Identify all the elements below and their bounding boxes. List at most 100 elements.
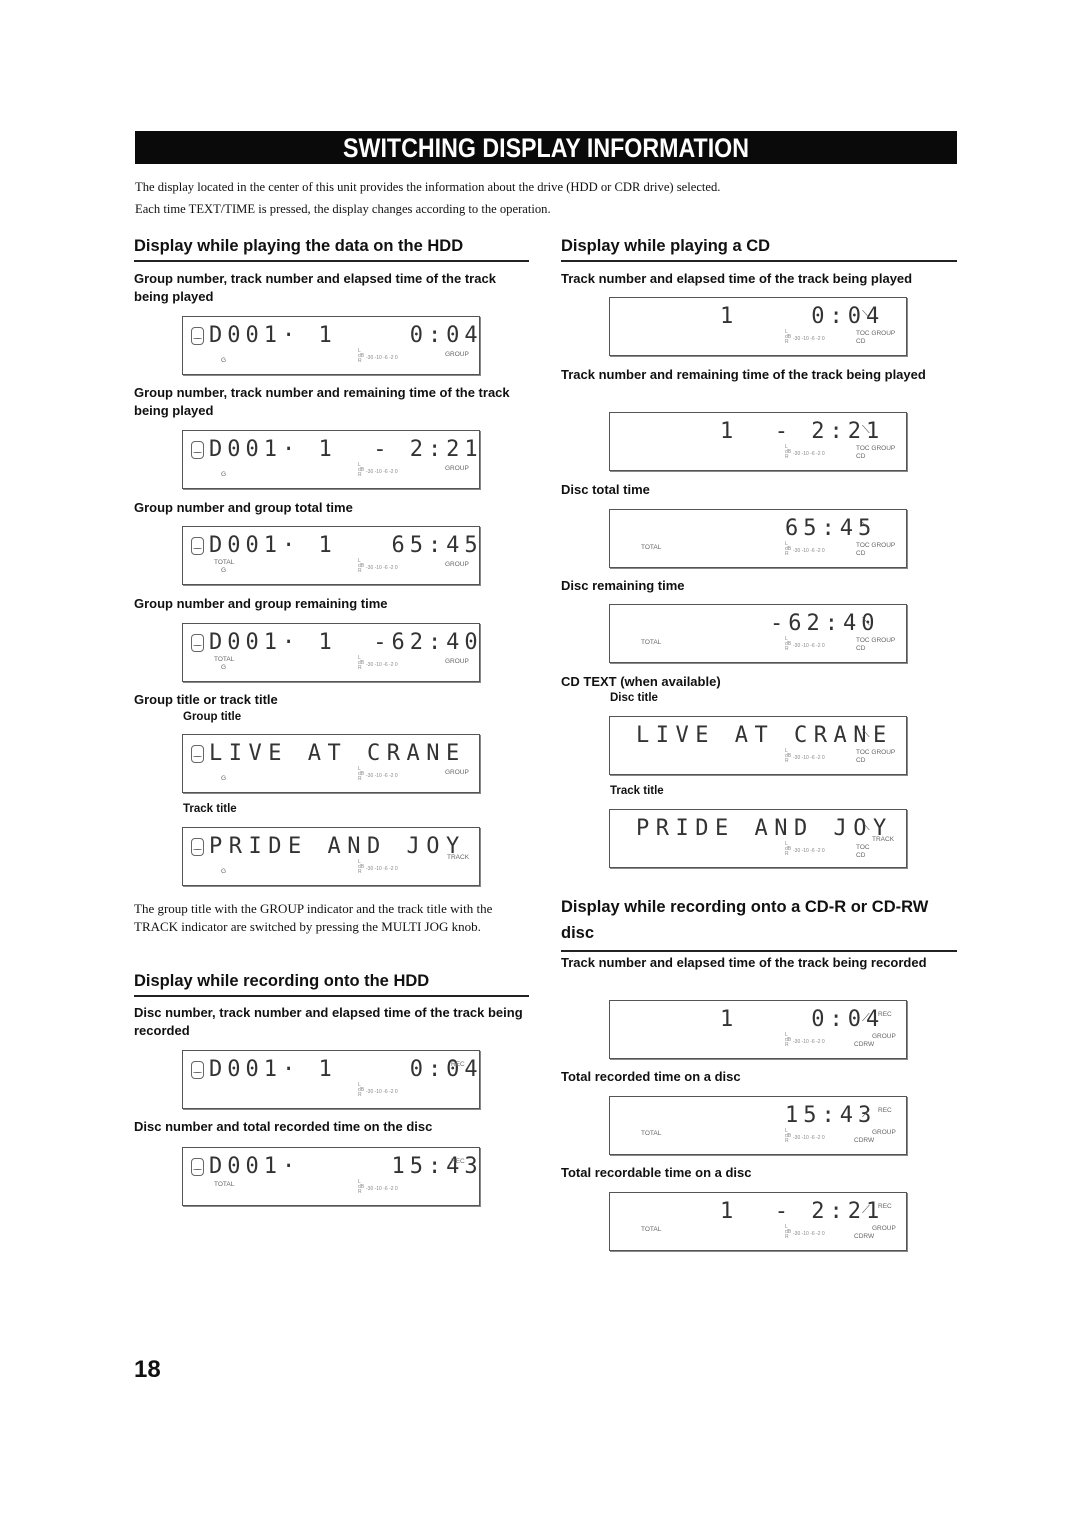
caption-hdd-elapsed: Group number, track number and elapsed t…: [134, 271, 496, 304]
caption-cd-elapsed: Track number and elapsed time of the tra…: [561, 271, 913, 286]
level-meter-scale: -30 -10 -6 -2 0: [793, 1231, 825, 1237]
cd-indicator: CD: [856, 453, 866, 460]
caption-hdd-rec-total: Disc number and total recorded time on t…: [134, 1119, 433, 1134]
caption-cd-remaining: Track number and remaining time of the t…: [561, 367, 926, 382]
level-meter-lr: L dB R: [358, 766, 365, 782]
level-meter-scale: -30 -10 -6 -2 0: [366, 1186, 398, 1192]
lcd-display-group-title: LIVE AT CRANE G L dB R -30 -10 -6 -2 0 G…: [182, 734, 480, 793]
lcd-display-hdd-rec-elapsed: D001· 1 0:04 L dB R -30 -10 -6 -2 0 REC: [182, 1050, 480, 1109]
lcd-display-group-total: D001· 1 65:45 TOTAL G L dB R -30 -10 -6 …: [182, 526, 480, 585]
caption-hdd-rec-elapsed: Disc number, track number and elapsed ti…: [134, 1005, 523, 1038]
label-track-title: Track title: [183, 803, 237, 815]
cd-indicator: CD: [856, 757, 866, 764]
level-meter-lr: L dB R: [358, 462, 365, 478]
level-meter-scale: -30 -10 -6 -2 0: [366, 1089, 398, 1095]
lcd-display-disc-title: LIVE AT CRANE ⟍ L dB R -30 -10 -6 -2 0 T…: [609, 716, 907, 775]
hdd-icon: [191, 634, 204, 652]
rec-indicator: REC: [451, 1158, 465, 1165]
lcd-display-hdd-remaining: D001· 1 - 2:21 G L dB R -30 -10 -6 -2 0 …: [182, 430, 480, 489]
level-meter-scale: -30 -10 -6 -2 0: [793, 755, 825, 761]
lcd-display-track-title: PRIDE AND JOY G L dB R -30 -10 -6 -2 0 T…: [182, 827, 480, 886]
level-meter-scale: -30 -10 -6 -2 0: [793, 643, 825, 649]
lcd-sub-label: G: [221, 357, 227, 364]
level-meter-lr: L dB R: [358, 1082, 365, 1098]
note-multi-jog: The group title with the GROUP indicator…: [134, 901, 493, 934]
lcd-main-text: LIVE AT CRANE: [636, 723, 893, 748]
toc-indicator: TOC: [856, 844, 870, 851]
level-meter-lr: L dB R: [358, 348, 365, 364]
disc-rotation-icon: ⟍: [862, 423, 870, 436]
lcd-display-cd-track-title: PRIDE AND JOY ⟍ TRACK L dB R -30 -10 -6 …: [609, 809, 907, 868]
level-meter-scale: -30 -10 -6 -2 0: [366, 866, 398, 872]
hdd-icon: [191, 1061, 204, 1079]
toc-group-indicator: TOC GROUP: [856, 749, 896, 756]
caption-group-total: Group number and group total time: [134, 500, 353, 515]
section-heading-hdd-play: Display while playing the data on the HD…: [134, 237, 529, 262]
hdd-icon: [191, 745, 204, 763]
page-number: 18: [134, 1356, 161, 1383]
toc-group-indicator: TOC GROUP: [856, 445, 896, 452]
rec-indicator: REC: [878, 1107, 892, 1114]
level-meter-lr: L dB R: [358, 1179, 365, 1195]
toc-group-indicator: TOC GROUP: [856, 637, 896, 644]
hdd-icon: [191, 537, 204, 555]
lcd-display-disc-remaining: -62:40 ⟍ TOTAL L dB R -30 -10 -6 -2 0 TO…: [609, 604, 907, 663]
level-meter-scale: -30 -10 -6 -2 0: [366, 355, 398, 361]
toc-group-indicator: TOC GROUP: [856, 542, 896, 549]
caption-group-or-track-title: Group title or track title: [134, 692, 278, 707]
caption-hdd-remaining: Group number, track number and remaining…: [134, 385, 510, 418]
disc-rotation-icon: ⟍: [862, 727, 870, 740]
group-indicator: GROUP: [872, 1033, 896, 1040]
level-meter-scale: -30 -10 -6 -2 0: [793, 336, 825, 342]
caption-cd-rec-total: Total recorded time on a disc: [561, 1069, 741, 1084]
group-indicator: GROUP: [445, 351, 469, 358]
lcd-main-text: 1 - 2:21: [720, 419, 885, 444]
lcd-display-disc-total: 65:45 ⟍ TOTAL L dB R -30 -10 -6 -2 0 TOC…: [609, 509, 907, 568]
lcd-sub-label: G: [221, 471, 227, 478]
lcd-main-text: PRIDE AND JOY: [636, 816, 893, 841]
caption-cd-recordable: Total recordable time on a disc: [561, 1165, 752, 1180]
level-meter-lr: L dB R: [785, 1128, 792, 1144]
hdd-icon: [191, 1158, 204, 1176]
lcd-sub-label: G: [221, 868, 227, 875]
level-meter-scale: -30 -10 -6 -2 0: [366, 565, 398, 571]
section-heading-hdd-rec: Display while recording onto the HDD: [134, 972, 529, 997]
total-indicator: TOTAL: [214, 559, 235, 566]
track-indicator: TRACK: [447, 854, 470, 861]
lcd-display-cd-recordable: 1 - 2:21 ⟋ REC TOTAL L dB R -30 -10 -6 -…: [609, 1192, 907, 1251]
label-group-title: Group title: [183, 711, 242, 723]
group-indicator: GROUP: [445, 561, 469, 568]
intro-line-1: The display located in the center of thi…: [135, 180, 721, 194]
hdd-icon: [191, 838, 204, 856]
intro-line-2: Each time TEXT/TIME is pressed, the disp…: [135, 202, 551, 216]
caption-cd-rec-elapsed: Track number and elapsed time of the tra…: [561, 955, 927, 970]
level-meter-lr: L dB R: [785, 841, 792, 857]
level-meter-lr: L dB R: [785, 1224, 792, 1240]
section-heading-cd-rec: Display while recording onto a CD-R or C…: [561, 894, 957, 952]
disc-rotation-icon: ⟍: [862, 520, 870, 533]
level-meter-lr: L dB R: [785, 748, 792, 764]
caption-disc-total: Disc total time: [561, 482, 650, 497]
group-indicator: GROUP: [872, 1129, 896, 1136]
rec-indicator: REC: [451, 1061, 465, 1068]
track-indicator: TRACK: [872, 836, 895, 843]
caption-disc-remaining: Disc remaining time: [561, 578, 685, 593]
lcd-main-text: D001· 1 65:45: [209, 533, 483, 558]
lcd-display-hdd-rec-total: D001· 15:43 TOTAL L dB R -30 -10 -6 -2 0…: [182, 1147, 480, 1206]
disc-rotation-icon: ⟍: [862, 820, 870, 833]
group-indicator: GROUP: [872, 1225, 896, 1232]
lcd-main-text: LIVE AT CRANE: [209, 741, 466, 766]
lcd-main-text: 1 - 2:21: [720, 1199, 885, 1224]
disc-rotation-icon: ⟋: [862, 1203, 870, 1216]
rec-indicator: REC: [878, 1011, 892, 1018]
section-heading-cd-play: Display while playing a CD: [561, 237, 957, 262]
lcd-display-hdd-elapsed: D001· 1 0:04 G L dB R -30 -10 -6 -2 0 GR…: [182, 316, 480, 375]
level-meter-scale: -30 -10 -6 -2 0: [793, 451, 825, 457]
cd-indicator: CD: [856, 645, 866, 652]
group-indicator: GROUP: [445, 658, 469, 665]
cdrw-indicator: CDRW: [854, 1041, 875, 1048]
disc-rotation-icon: ⟋: [862, 1011, 870, 1024]
level-meter-lr: L dB R: [358, 655, 365, 671]
lcd-main-text: PRIDE AND JOY: [209, 834, 466, 859]
level-meter-lr: L dB R: [358, 859, 365, 875]
